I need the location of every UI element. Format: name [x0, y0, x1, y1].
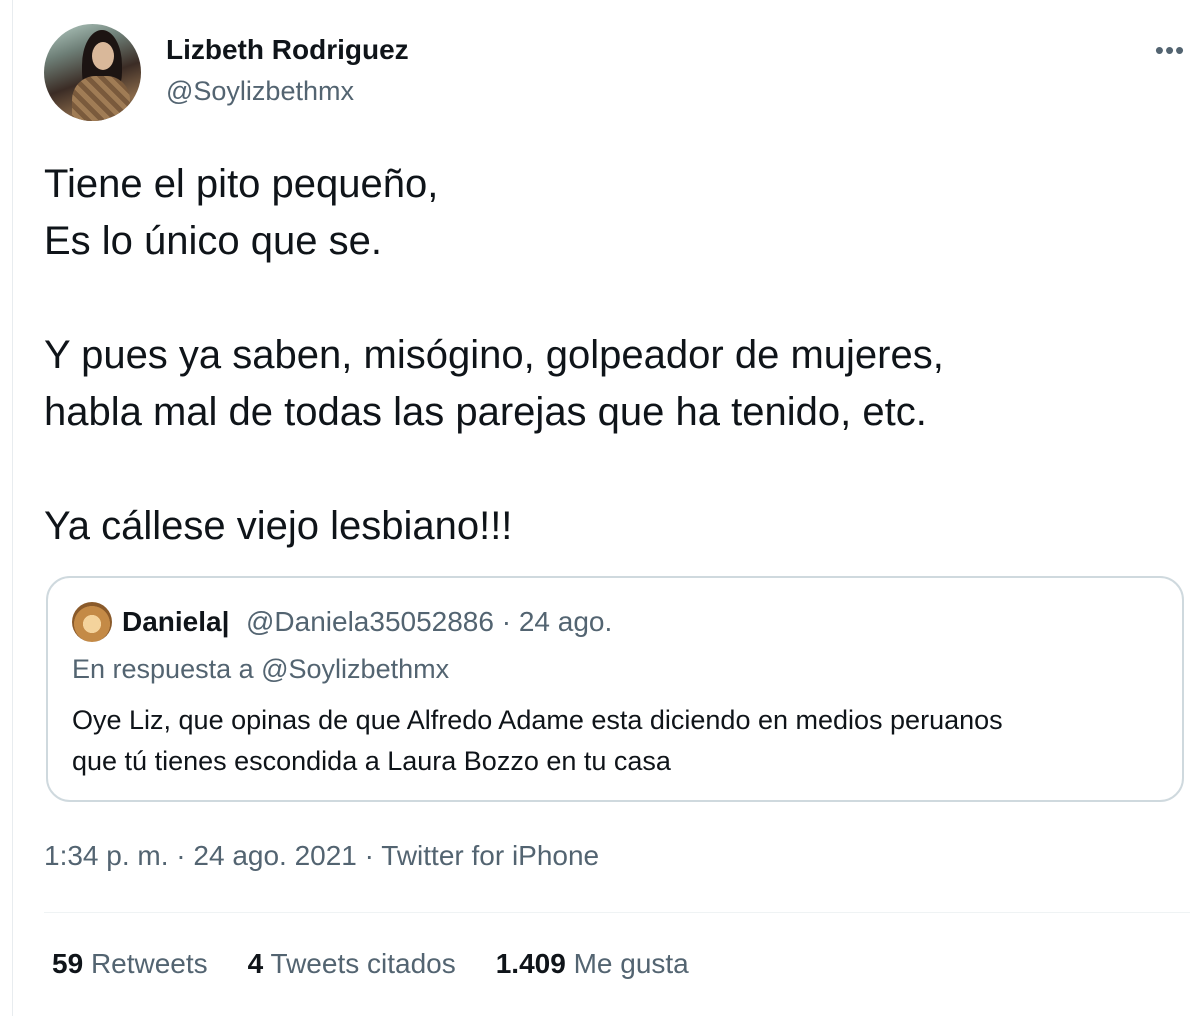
likes-label: Me gusta	[573, 948, 689, 979]
quoted-reply-context: En respuesta a @Soylizbethmx	[72, 654, 450, 684]
quoted-text-line: que tú tienes escondida a Laura Bozzo en…	[72, 746, 671, 776]
tweet-timestamp[interactable]: 1:34 p. m. · 24 ago. 2021 · Twitter for …	[44, 840, 599, 872]
retweets-stat[interactable]: 59 Retweets	[52, 948, 208, 980]
quoted-author-name: Daniela|	[122, 606, 230, 637]
author-avatar[interactable]	[44, 24, 141, 121]
likes-count: 1.409	[495, 948, 566, 979]
tweet-text: Tiene el pito pequeño, Es lo único que s…	[44, 156, 1164, 555]
retweets-label: Retweets	[90, 948, 208, 979]
tweet-line: Y pues ya saben, misógino, golpeador de …	[44, 333, 944, 377]
quotes-count: 4	[247, 948, 264, 979]
quoted-author-avatar	[72, 602, 112, 642]
quotes-stat[interactable]: 4 Tweets citados	[248, 948, 456, 980]
avatar-dress	[72, 76, 130, 121]
author-handle[interactable]: @Soylizbethmx	[166, 76, 354, 107]
quoted-author-meta: @Daniela35052886 · 24 ago.	[246, 606, 613, 637]
more-horizontal-icon[interactable]: •••	[1150, 36, 1190, 64]
divider	[44, 912, 1190, 913]
tweet-line: Ya cállese viejo lesbiano!!!	[44, 504, 513, 548]
tweet-line: Es lo único que se.	[44, 219, 382, 263]
likes-stat[interactable]: 1.409 Me gusta	[496, 948, 689, 980]
quotes-label: Tweets citados	[270, 948, 456, 979]
author-display-name[interactable]: Lizbeth Rodriguez	[166, 34, 409, 66]
quoted-tweet-text: Oye Liz, que opinas de que Alfredo Adame…	[72, 700, 1152, 782]
retweets-count: 59	[52, 948, 84, 979]
engagement-stats: 59 Retweets 4 Tweets citados 1.409 Me gu…	[52, 948, 689, 980]
avatar-face	[92, 42, 114, 70]
tweet-line: Tiene el pito pequeño,	[44, 162, 439, 206]
tweet-line: habla mal de todas las parejas que ha te…	[44, 390, 927, 434]
quoted-tweet-card[interactable]: Daniela| @Daniela35052886 · 24 ago. En r…	[46, 576, 1184, 802]
left-border	[12, 0, 13, 1016]
quoted-text-line: Oye Liz, que opinas de que Alfredo Adame…	[72, 705, 1003, 735]
